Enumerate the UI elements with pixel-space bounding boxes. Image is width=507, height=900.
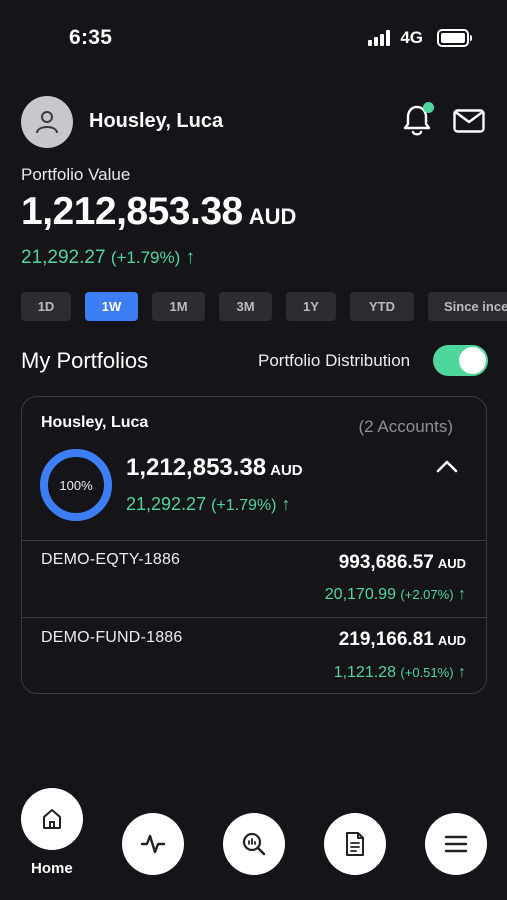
portfolio-card[interactable]: Housley, Luca (2 Accounts) 100% 1,212,85… (21, 396, 487, 694)
menu-icon (444, 835, 468, 853)
arrow-up-icon: ↑ (185, 247, 196, 268)
account-change: 1,121.28 (+0.51%) ↑ (333, 664, 466, 681)
search-chart-icon (242, 832, 266, 856)
mail-button[interactable] (453, 109, 485, 138)
notification-dot (423, 102, 434, 113)
arrow-up-icon: ↑ (458, 664, 466, 681)
nav-home-label: Home (31, 860, 73, 877)
arrow-up-icon: ↑ (281, 494, 291, 514)
arrow-up-icon: ↑ (458, 586, 466, 603)
avatar[interactable] (21, 96, 73, 148)
period-1w[interactable]: 1W (85, 292, 138, 321)
battery-icon (437, 29, 472, 47)
account-name[interactable]: DEMO-FUND-1886 (41, 629, 183, 647)
card-change: 21,292.27 (+1.79%) ↑ (126, 494, 291, 514)
period-selector: 1D 1W 1M 3M 1Y YTD Since ince (21, 292, 507, 321)
account-change: 20,170.99 (+2.07%) ↑ (324, 586, 466, 603)
period-1d[interactable]: 1D (21, 292, 71, 321)
period-since-inception[interactable]: Since ince (428, 292, 507, 321)
network-label: 4G (400, 28, 423, 47)
activity-icon (140, 834, 166, 854)
nav-menu-button[interactable] (425, 813, 487, 875)
period-1y[interactable]: 1Y (286, 292, 336, 321)
toggle-knob (459, 347, 486, 374)
portfolio-value: 1,212,853.38 AUD (21, 190, 297, 233)
section-title: My Portfolios (21, 348, 149, 373)
nav-research-button[interactable] (223, 813, 285, 875)
collapse-button[interactable] (436, 459, 458, 478)
user-icon (36, 111, 58, 134)
distribution-label: Portfolio Distribution (258, 351, 411, 370)
status-indicators: 4G (368, 28, 472, 48)
card-accounts-count: (2 Accounts) (358, 417, 454, 436)
document-icon (346, 832, 364, 856)
chevron-up-icon (436, 460, 458, 473)
portfolio-value-label: Portfolio Value (21, 165, 131, 184)
nav-documents-button[interactable] (324, 813, 386, 875)
user-name[interactable]: Housley, Luca (89, 110, 223, 133)
mail-icon (453, 109, 485, 133)
account-value: 219,166.81 AUD (338, 629, 466, 650)
period-1m[interactable]: 1M (152, 292, 205, 321)
allocation-donut: 100% (40, 449, 112, 521)
nav-home-button[interactable] (21, 788, 83, 850)
divider (22, 540, 486, 541)
signal-icon (368, 30, 391, 46)
status-time: 6:35 (69, 26, 113, 49)
card-owner-name: Housley, Luca (41, 414, 149, 431)
account-name[interactable]: DEMO-EQTY-1886 (41, 551, 180, 569)
divider (22, 617, 486, 618)
period-3m[interactable]: 3M (219, 292, 272, 321)
period-ytd[interactable]: YTD (350, 292, 414, 321)
home-icon (43, 809, 61, 829)
account-value: 993,686.57 AUD (338, 552, 466, 573)
nav-activity-button[interactable] (122, 813, 184, 875)
card-value: 1,212,853.38 AUD (126, 454, 303, 481)
portfolio-change: 21,292.27 (+1.79%) ↑ (21, 247, 196, 268)
notifications-button[interactable] (401, 102, 435, 139)
distribution-toggle[interactable] (433, 345, 488, 376)
